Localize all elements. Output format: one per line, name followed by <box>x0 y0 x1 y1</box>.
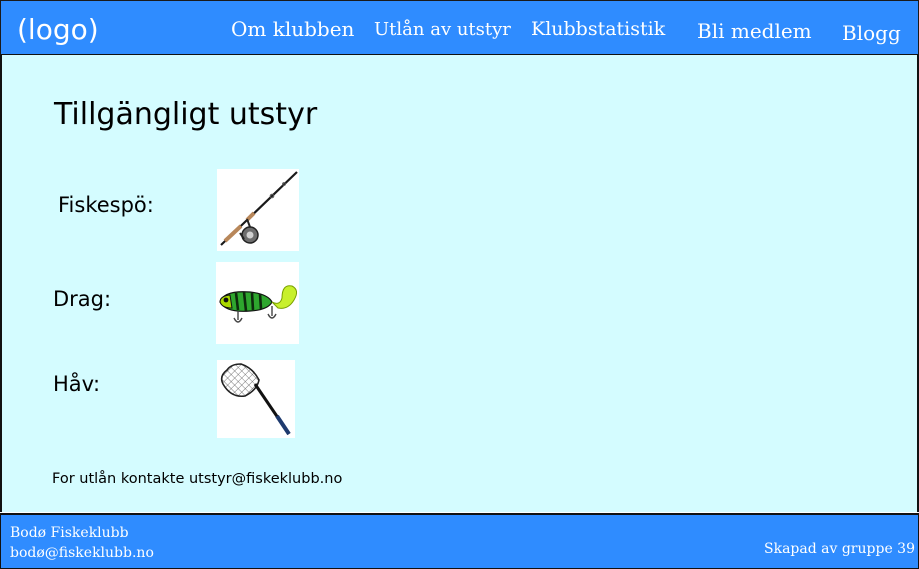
nav-link-klubbstatistik[interactable]: Klubbstatistik <box>531 18 665 40</box>
landing-net-icon <box>217 360 295 438</box>
main-content: Tillgängligt utstyr Fiskespö: Drag: Håv: <box>0 55 919 512</box>
site-footer: Bodø Fiskeklubb bodø@fiskeklubb.no Skapa… <box>0 513 919 569</box>
nav-link-blogg[interactable]: Blogg <box>842 21 901 45</box>
footer-club-name: Bodø Fiskeklubb <box>10 525 129 541</box>
nav-link-bli-medlem[interactable]: Bli medlem <box>697 19 812 43</box>
fishing-lure-icon <box>216 262 299 344</box>
nav-link-om-klubben[interactable]: Om klubben <box>231 17 354 41</box>
nav-link-utlan-av-utstyr[interactable]: Utlån av utstyr <box>374 19 511 40</box>
page-title: Tillgängligt utstyr <box>54 97 318 132</box>
fishing-rod-icon <box>217 169 299 251</box>
item-label-hav: Håv: <box>53 372 101 396</box>
logo[interactable]: (logo) <box>17 13 99 46</box>
item-label-fiskespo: Fiskespö: <box>58 193 154 217</box>
item-label-drag: Drag: <box>53 287 112 311</box>
footer-email[interactable]: bodø@fiskeklubb.no <box>10 545 154 561</box>
contact-text: For utlån kontakte utstyr@fiskeklubb.no <box>52 471 343 487</box>
site-header: (logo) Om klubben Utlån av utstyr Klubbs… <box>0 0 919 56</box>
footer-credit: Skapad av gruppe 39 <box>764 541 915 557</box>
